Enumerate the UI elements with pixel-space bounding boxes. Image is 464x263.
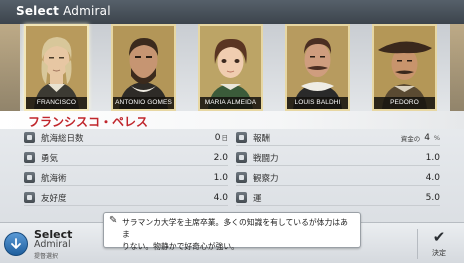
confirm-button[interactable]: ✔ 決定 bbox=[424, 229, 454, 261]
stat-value: 0日 bbox=[214, 133, 228, 143]
pencil-icon: ✎ bbox=[109, 215, 118, 226]
portrait-carousel: FRANCISCO PERES ANTONIO GOMES MARIA ALME… bbox=[0, 24, 464, 111]
compass-icon bbox=[24, 132, 35, 143]
portrait-name: FRANCISCO PERES bbox=[26, 97, 87, 109]
stat-value: 1.0 bbox=[425, 152, 440, 163]
portrait-name: LOUIS BALDHI bbox=[287, 97, 348, 109]
selected-admiral-name-bar: フランシスコ・ペレス bbox=[0, 111, 464, 129]
portrait-card-francisco-peres[interactable]: FRANCISCO PERES bbox=[24, 24, 89, 111]
stat-label: 友好度 bbox=[41, 193, 67, 204]
sword-icon bbox=[236, 152, 247, 163]
portrait-card-partial-right[interactable] bbox=[450, 24, 464, 111]
portrait-card-louis-baldhi[interactable]: LOUIS BALDHI bbox=[285, 24, 350, 111]
clover-icon bbox=[236, 192, 247, 203]
stat-combat: 戦闘力 1.0 bbox=[236, 150, 440, 166]
coin-icon bbox=[236, 132, 247, 143]
arrow-down-icon bbox=[11, 238, 21, 249]
stat-label: 観察力 bbox=[253, 173, 279, 184]
stat-courage: 勇気 2.0 bbox=[24, 150, 228, 166]
stat-value: 4.0 bbox=[213, 192, 228, 203]
confirm-label: 決定 bbox=[432, 249, 446, 257]
stat-value: 1.0 bbox=[213, 172, 228, 183]
stat-prefix: 資金の bbox=[400, 134, 421, 143]
portrait-card-maria-almeida[interactable]: MARIA ALMEIDA bbox=[198, 24, 263, 111]
stat-label: 報酬 bbox=[253, 133, 271, 144]
stat-value: 2.0 bbox=[213, 152, 228, 163]
selected-admiral-name: フランシスコ・ペレス bbox=[28, 115, 149, 129]
stat-friendship: 友好度 4.0 bbox=[24, 190, 228, 206]
portrait-name: ANTONIO GOMES bbox=[113, 97, 174, 109]
stat-voyage-days: 航海総日数 0日 bbox=[24, 130, 228, 146]
stat-label: 戦闘力 bbox=[253, 153, 279, 164]
handshake-icon bbox=[24, 192, 35, 203]
stat-label: 航海総日数 bbox=[41, 133, 84, 144]
courage-icon bbox=[24, 152, 35, 163]
portrait-card-antonio-gomes[interactable]: ANTONIO GOMES bbox=[111, 24, 176, 111]
header-bar: Select Admiral bbox=[0, 0, 464, 24]
stat-label: 勇気 bbox=[41, 153, 59, 164]
checkmark-icon: ✔ bbox=[432, 228, 446, 246]
admiral-description-box: ✎ サラマンカ大学を主席卒業。多くの知識を有しているが体力はあま りない。物静か… bbox=[103, 212, 361, 251]
divider bbox=[417, 229, 418, 259]
back-button[interactable] bbox=[4, 232, 28, 256]
stat-luck: 運 5.0 bbox=[236, 190, 440, 206]
stat-value: 5.0 bbox=[425, 192, 440, 203]
stat-observation: 観察力 4.0 bbox=[236, 170, 440, 186]
description-line-1: サラマンカ大学を主席卒業。多くの知識を有しているが体力はあま bbox=[122, 218, 348, 239]
stat-value: 4 % bbox=[424, 132, 440, 143]
stat-label: 航海術 bbox=[41, 173, 67, 184]
portrait-name: MARIA ALMEIDA bbox=[200, 97, 261, 109]
stat-label: 運 bbox=[253, 193, 262, 204]
portrait-name: PEDORO BARBOSA bbox=[374, 97, 435, 109]
eye-icon bbox=[236, 172, 247, 183]
stat-fame: 報酬 資金の 4 % bbox=[236, 130, 440, 146]
portrait-card-partial-left[interactable] bbox=[0, 24, 20, 111]
stat-value: 4.0 bbox=[425, 172, 440, 183]
anchor-icon bbox=[24, 172, 35, 183]
page-title: Select Admiral bbox=[16, 4, 111, 18]
bottom-caption: 提督選択 bbox=[34, 253, 59, 260]
stat-navigation: 航海術 1.0 bbox=[24, 170, 228, 186]
description-line-2: りない。物静かで好奇心が強い。 bbox=[122, 242, 239, 251]
portrait-card-pedoro-barbosa[interactable]: PEDORO BARBOSA bbox=[372, 24, 437, 111]
bottom-subtitle: Admiral bbox=[34, 239, 71, 250]
admiral-stats-panel: 航海総日数 0日 報酬 資金の 4 % 勇気 2.0 戦闘力 1.0 航海術 1… bbox=[24, 130, 440, 212]
